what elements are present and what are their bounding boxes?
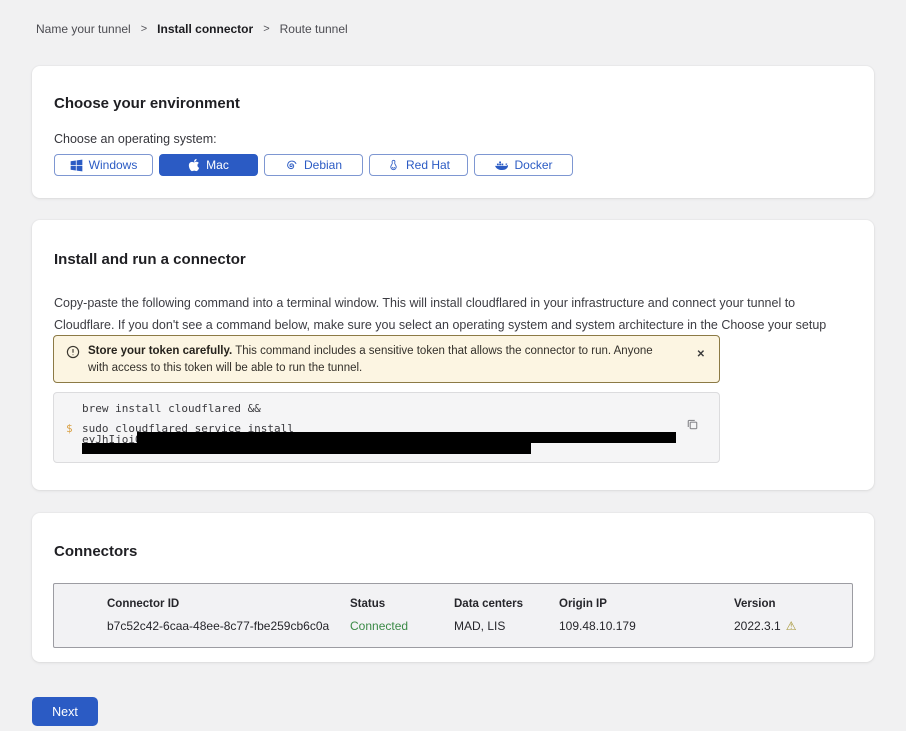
install-command-code-block: $ brew install cloudflared && sudo cloud… (53, 392, 720, 463)
header-connector-id: Connector ID (107, 598, 350, 610)
os-button-label: Docker (514, 158, 552, 172)
breadcrumb-separator: > (263, 23, 269, 35)
header-version: Version (734, 598, 852, 610)
os-button-label: Debian (304, 158, 342, 172)
bottom-strip (0, 731, 906, 740)
breadcrumb-separator: > (141, 23, 147, 35)
os-button-label: Mac (206, 158, 229, 172)
cell-data-centers: MAD, LIS (454, 619, 559, 633)
close-icon[interactable]: ✕ (697, 350, 705, 360)
header-data-centers: Data centers (454, 598, 559, 610)
install-connector-card: Install and run a connector Copy-paste t… (32, 220, 874, 490)
windows-icon (70, 159, 83, 172)
header-status: Status (350, 598, 454, 610)
os-button-group: Windows Mac Debian Red Hat Docker (54, 154, 573, 176)
os-button-debian[interactable]: Debian (264, 154, 363, 176)
code-line-brew: brew install cloudflared && (82, 402, 261, 415)
os-button-windows[interactable]: Windows (54, 154, 153, 176)
token-warning-banner: Store your token carefully. This command… (53, 335, 720, 383)
os-button-label: Red Hat (406, 158, 450, 172)
connectors-table: Connector ID Status Data centers Origin … (53, 583, 853, 648)
alert-circle-icon (66, 345, 80, 364)
version-value: 2022.3.1 (734, 619, 781, 633)
status-badge: Connected (350, 619, 454, 633)
redacted-token-bar (137, 432, 676, 443)
breadcrumb: Name your tunnel > Install connector > R… (36, 22, 348, 36)
warning-triangle-icon: ⚠ (786, 619, 797, 633)
header-origin-ip: Origin IP (559, 598, 734, 610)
connectors-card: Connectors Connector ID Status Data cent… (32, 513, 874, 662)
debian-icon (285, 159, 298, 172)
cell-version: 2022.3.1 ⚠ (734, 619, 852, 633)
redhat-icon (387, 158, 400, 172)
apple-icon (188, 158, 200, 172)
breadcrumb-install-connector[interactable]: Install connector (157, 22, 253, 36)
os-button-mac[interactable]: Mac (159, 154, 258, 176)
os-button-label: Windows (89, 158, 138, 172)
cell-origin-ip: 109.48.10.179 (559, 619, 734, 633)
os-button-docker[interactable]: Docker (474, 154, 573, 176)
breadcrumb-name-your-tunnel[interactable]: Name your tunnel (36, 22, 131, 36)
environment-card-title: Choose your environment (54, 95, 240, 112)
os-select-label: Choose an operating system: (54, 132, 217, 146)
connectors-title: Connectors (54, 543, 137, 560)
connectors-table-row: b7c52c42-6caa-48ee-8c77-fbe259cb6c0a Con… (107, 619, 852, 633)
shell-prompt: $ (66, 422, 73, 435)
os-button-redhat[interactable]: Red Hat (369, 154, 468, 176)
copy-icon[interactable] (686, 418, 699, 431)
token-warning-bold: Store your token carefully. (88, 345, 232, 357)
docker-icon (494, 159, 508, 171)
redacted-token-bar (82, 443, 531, 454)
next-button[interactable]: Next (32, 697, 98, 726)
install-connector-title: Install and run a connector (54, 251, 246, 268)
token-warning-text: Store your token carefully. This command… (88, 336, 663, 377)
environment-card: Choose your environment Choose an operat… (32, 66, 874, 198)
cell-connector-id: b7c52c42-6caa-48ee-8c77-fbe259cb6c0a (107, 619, 350, 633)
connectors-table-header: Connector ID Status Data centers Origin … (107, 598, 852, 610)
breadcrumb-route-tunnel[interactable]: Route tunnel (280, 22, 348, 36)
